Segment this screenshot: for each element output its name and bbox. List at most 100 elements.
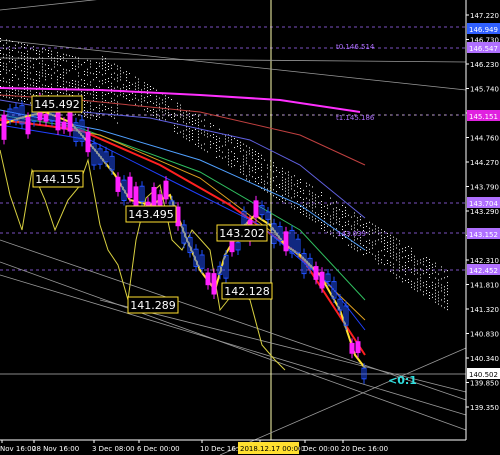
cloud-dot: [354, 224, 355, 226]
cloud-dot: [90, 105, 91, 107]
cloud-dot: [24, 47, 25, 48]
cloud-dot: [78, 63, 79, 65]
cloud-dot: [183, 130, 184, 132]
cloud-dot: [420, 274, 421, 276]
cloud-dot: [48, 50, 49, 51]
cloud-dot: [30, 102, 31, 104]
cloud-dot: [51, 86, 52, 88]
cloud-dot: [36, 80, 37, 81]
cloud-dot: [324, 226, 325, 228]
cloud-dot: [45, 91, 46, 93]
cloud-dot: [84, 116, 85, 117]
cloud-dot: [273, 171, 274, 173]
cloud-dot: [150, 110, 151, 111]
cloud-dot: [291, 185, 292, 187]
cloud-dot: [345, 224, 346, 226]
cloud-dot: [390, 246, 391, 248]
cloud-dot: [357, 238, 358, 240]
cloud-dot: [255, 169, 256, 171]
cloud-dot: [300, 179, 301, 180]
cloud-dot: [48, 92, 49, 93]
cloud-dot: [366, 252, 367, 254]
cloud-dot: [18, 57, 19, 59]
cloud-dot: [12, 41, 13, 42]
cloud-dot: [294, 184, 295, 186]
cloud-dot: [159, 115, 160, 117]
cloud-dot: [249, 165, 250, 167]
cloud-dot: [129, 72, 130, 74]
cloud-dot: [408, 260, 409, 262]
cloud-dot: [129, 81, 130, 83]
cloud-dot: [297, 180, 298, 182]
cloud-dot: [216, 135, 217, 137]
cloud-dot: [117, 110, 118, 112]
cloud-dot: [21, 58, 22, 60]
cloud-dot: [273, 189, 274, 191]
cloud-dot: [408, 278, 409, 280]
cloud-dot: [9, 70, 10, 72]
cloud-dot: [105, 70, 106, 72]
cloud-dot: [348, 214, 349, 216]
cloud-dot: [99, 86, 100, 88]
cloud-dot: [276, 185, 277, 187]
cloud-dot: [330, 230, 331, 232]
cloud-dot: [165, 95, 166, 97]
cloud-dot: [63, 83, 64, 85]
cloud-dot: [24, 92, 25, 93]
cloud-dot: [297, 192, 298, 194]
cloud-dot: [201, 147, 202, 149]
cloud-dot: [186, 138, 187, 140]
cloud-dot: [327, 207, 328, 209]
cloud-dot: [363, 224, 364, 226]
cloud-dot: [312, 192, 313, 194]
bar-countdown: <0:1: [388, 374, 417, 387]
cloud-dot: [435, 283, 436, 285]
cloud-dot: [177, 102, 178, 104]
cloud-dot: [126, 89, 127, 91]
cloud-dot: [426, 281, 427, 283]
cloud-dot: [165, 110, 166, 112]
cloud-dot: [87, 68, 88, 70]
cloud-dot: [102, 110, 103, 112]
cloud-dot: [351, 216, 352, 218]
cloud-dot: [198, 124, 199, 126]
cloud-dot: [189, 116, 190, 118]
cloud-dot: [282, 170, 283, 172]
cloud-dot: [189, 131, 190, 133]
cloud-dot: [393, 248, 394, 250]
cloud-dot: [417, 290, 418, 292]
cloud-dot: [24, 62, 25, 63]
cloud-dot: [153, 108, 154, 110]
trading-chart[interactable]: t0.146.514 t1.145.186 143.039 145.492 144.1…: [0, 0, 500, 455]
cloud-dot: [132, 98, 133, 100]
cloud-dot: [396, 238, 397, 240]
cloud-dot: [108, 92, 109, 94]
cloud-dot: [366, 231, 367, 233]
level-label: 143.039: [337, 230, 366, 238]
cloud-dot: [195, 113, 196, 115]
cloud-dot: [321, 204, 322, 206]
candle-body: [211, 273, 217, 295]
cloud-dot: [78, 75, 79, 77]
cloud-dot: [411, 280, 412, 282]
cloud-dot: [222, 151, 223, 153]
cloud-dot: [78, 84, 79, 86]
cloud-dot: [198, 145, 199, 147]
cloud-dot: [438, 297, 439, 299]
cloud-dot: [75, 83, 76, 85]
cloud-dot: [255, 166, 256, 168]
cloud-dot: [300, 209, 301, 210]
cloud-dot: [360, 216, 361, 218]
cloud-dot: [267, 188, 268, 190]
price-label: 145.492: [34, 98, 80, 111]
cloud-dot: [447, 282, 448, 284]
cloud-dot: [246, 160, 247, 162]
cloud-dot: [27, 89, 28, 91]
cloud-dot: [90, 114, 91, 116]
cloud-dot: [288, 174, 289, 176]
cloud-dot: [285, 181, 286, 183]
cloud-dot: [432, 263, 433, 265]
cloud-dot: [294, 193, 295, 195]
cloud-dot: [315, 203, 316, 205]
cloud-dot: [126, 98, 127, 100]
